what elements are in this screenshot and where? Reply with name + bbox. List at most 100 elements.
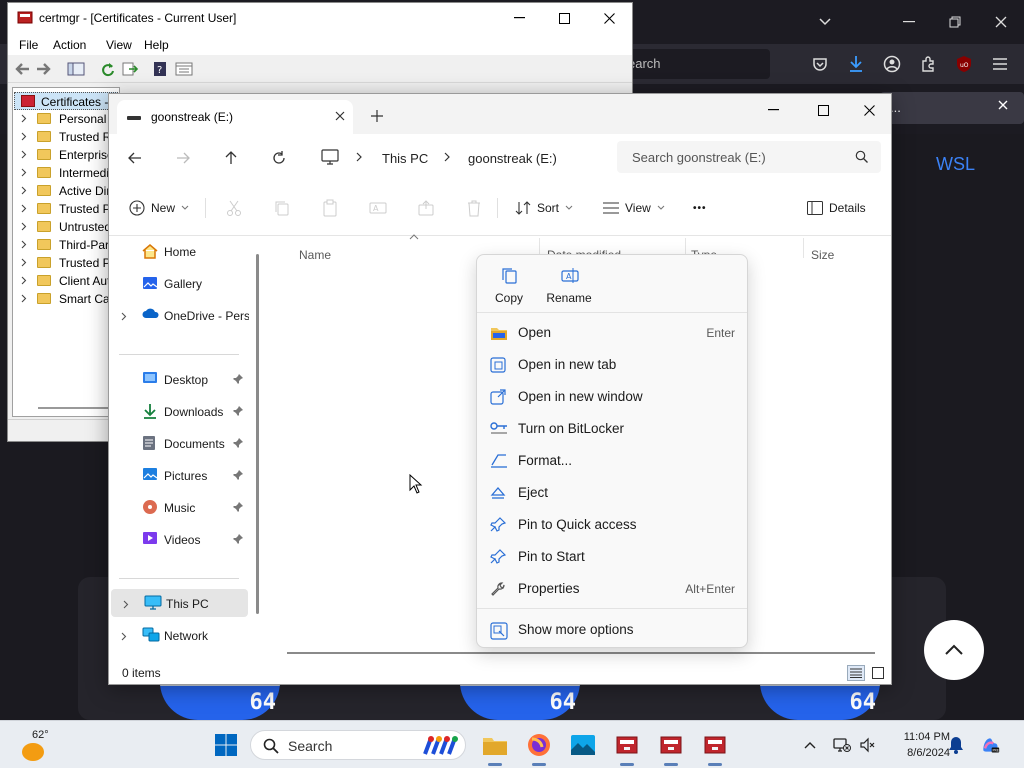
new-button[interactable]: New xyxy=(129,198,189,218)
details-view-toggle[interactable] xyxy=(847,665,865,681)
account-icon[interactable] xyxy=(882,54,902,74)
show-hidden-icons-button[interactable] xyxy=(800,735,820,755)
start-button[interactable] xyxy=(210,729,242,761)
share-icon[interactable] xyxy=(417,199,435,217)
notification-close-icon[interactable] xyxy=(998,100,1008,110)
copilot-button[interactable]: PRE xyxy=(980,735,1000,755)
back-arrow-icon[interactable] xyxy=(13,61,31,77)
see-more-button[interactable]: ••• xyxy=(693,198,707,218)
context-item-open[interactable]: Open Enter xyxy=(481,318,743,348)
context-item-format[interactable]: Format... xyxy=(481,446,743,476)
sidebar-item-videos[interactable]: Videos xyxy=(109,525,249,553)
certmgr-maximize-button[interactable] xyxy=(556,10,572,26)
weather-widget[interactable]: 62° xyxy=(20,729,60,763)
tree-node[interactable]: Smart Card Trusted Roots xyxy=(13,290,121,308)
wsl-label[interactable]: WSL xyxy=(936,154,975,175)
tree-expand-chevron-icon[interactable] xyxy=(21,222,27,231)
tree-node[interactable]: Client Authentication Issuers xyxy=(13,272,121,290)
taskbar-search-box[interactable]: Search xyxy=(250,730,466,760)
refresh-button[interactable] xyxy=(269,148,289,168)
context-item-eject[interactable]: Eject xyxy=(481,478,743,508)
sidebar-item-network[interactable]: Network xyxy=(109,621,249,649)
menu-file[interactable]: File xyxy=(19,38,38,52)
explorer-close-button[interactable] xyxy=(855,100,883,120)
sidebar-item-pictures[interactable]: Pictures xyxy=(109,461,249,489)
web-tile[interactable]: 64 xyxy=(460,682,580,720)
copy-icon[interactable] xyxy=(273,199,291,217)
context-show-more-options[interactable]: Show more options xyxy=(481,615,743,645)
context-item-properties[interactable]: Properties Alt+Enter xyxy=(481,574,743,604)
browser-minimize-button[interactable] xyxy=(898,12,920,32)
chevron-right-icon[interactable] xyxy=(121,312,127,321)
tree-root-certificates[interactable]: Certificates - Current User xyxy=(14,92,118,110)
tree-node[interactable]: Personal xyxy=(13,110,121,128)
notifications-button[interactable] xyxy=(946,735,966,755)
help-icon[interactable]: ? xyxy=(151,61,169,77)
sort-button[interactable]: Sort xyxy=(515,198,573,218)
sidebar-item-gallery[interactable]: Gallery xyxy=(109,269,249,297)
tree-node[interactable]: Trusted Publishers xyxy=(13,200,121,218)
explorer-tab[interactable]: goonstreak (E:) xyxy=(117,100,353,134)
tree-expand-chevron-icon[interactable] xyxy=(21,240,27,249)
chevron-right-icon[interactable] xyxy=(121,632,127,641)
tree-node[interactable]: Third-Party Root Certification Authoriti… xyxy=(13,236,121,254)
tree-node[interactable]: Enterprise Trust xyxy=(13,146,121,164)
new-tab-plus-icon[interactable] xyxy=(371,110,383,122)
console-tree-icon[interactable] xyxy=(67,61,85,77)
context-item-open-in-new-window[interactable]: Open in new window xyxy=(481,382,743,412)
tree-node[interactable]: Trusted People xyxy=(13,254,121,272)
column-header-name[interactable]: Name xyxy=(299,248,331,262)
breadcrumb-this-pc[interactable]: This PC xyxy=(382,151,428,166)
search-box[interactable]: Search goonstreak (E:) xyxy=(617,141,881,173)
tree-node[interactable]: Intermediate Certification Authorities xyxy=(13,164,121,182)
tree-expand-chevron-icon[interactable] xyxy=(21,150,27,159)
taskbar-firefox[interactable] xyxy=(523,729,555,761)
menu-view[interactable]: View xyxy=(106,38,132,52)
address-bar[interactable]: This PC goonstreak (E:) xyxy=(319,140,609,174)
column-separator[interactable] xyxy=(803,238,804,258)
taskbar-app-landscape[interactable] xyxy=(567,729,599,761)
sidebar-item-this-pc[interactable]: This PC xyxy=(111,589,248,617)
tree-expand-chevron-icon[interactable] xyxy=(21,168,27,177)
taskbar-certmgr-3[interactable] xyxy=(699,729,731,761)
certmgr-horizontal-scrollbar[interactable] xyxy=(38,407,116,409)
extensions-icon[interactable] xyxy=(918,54,938,74)
network-status-button[interactable] xyxy=(832,735,852,755)
file-list-horizontal-scrollbar[interactable] xyxy=(287,652,875,654)
scroll-to-top-button[interactable] xyxy=(924,620,984,680)
certmgr-close-button[interactable] xyxy=(601,10,617,26)
context-item-pin-to-start[interactable]: Pin to Start xyxy=(481,542,743,572)
tree-expand-chevron-icon[interactable] xyxy=(21,186,27,195)
back-button[interactable] xyxy=(125,148,145,168)
navigation-pane-scrollbar[interactable] xyxy=(256,254,259,614)
forward-button[interactable] xyxy=(173,148,193,168)
refresh-icon[interactable] xyxy=(99,61,117,77)
explorer-minimize-button[interactable] xyxy=(759,100,787,120)
delete-icon[interactable] xyxy=(465,199,483,217)
tab-close-icon[interactable] xyxy=(335,111,345,121)
paste-icon[interactable] xyxy=(321,199,339,217)
up-button[interactable] xyxy=(221,148,241,168)
context-item-turn-on-bitlocker[interactable]: Turn on BitLocker xyxy=(481,414,743,444)
ublock-origin-icon[interactable]: uO xyxy=(954,54,974,74)
tiles-view-toggle[interactable] xyxy=(869,665,887,681)
hamburger-menu-icon[interactable] xyxy=(990,54,1010,74)
tree-node[interactable]: Untrusted Certificates xyxy=(13,218,121,236)
context-copy-button[interactable]: Copy xyxy=(479,265,539,309)
explorer-maximize-button[interactable] xyxy=(809,100,837,120)
menu-help[interactable]: Help xyxy=(144,38,169,52)
tree-expand-chevron-icon[interactable] xyxy=(21,258,27,267)
view-button[interactable]: View xyxy=(603,198,665,218)
sidebar-item-documents[interactable]: Documents xyxy=(109,429,249,457)
chevron-right-icon[interactable] xyxy=(123,600,129,609)
browser-search-field[interactable]: earch xyxy=(620,49,770,79)
sidebar-item-onedrive-personal[interactable]: OneDrive - Personal xyxy=(109,301,249,329)
sidebar-item-music[interactable]: Music xyxy=(109,493,249,521)
cut-icon[interactable] xyxy=(225,199,243,217)
sidebar-item-home[interactable]: Home xyxy=(109,237,249,265)
tree-expand-chevron-icon[interactable] xyxy=(21,114,27,123)
taskbar-file-explorer[interactable] xyxy=(479,729,511,761)
menu-action[interactable]: Action xyxy=(53,38,86,52)
tree-node[interactable]: Active Directory User Object xyxy=(13,182,121,200)
taskbar-certmgr-1[interactable] xyxy=(611,729,643,761)
